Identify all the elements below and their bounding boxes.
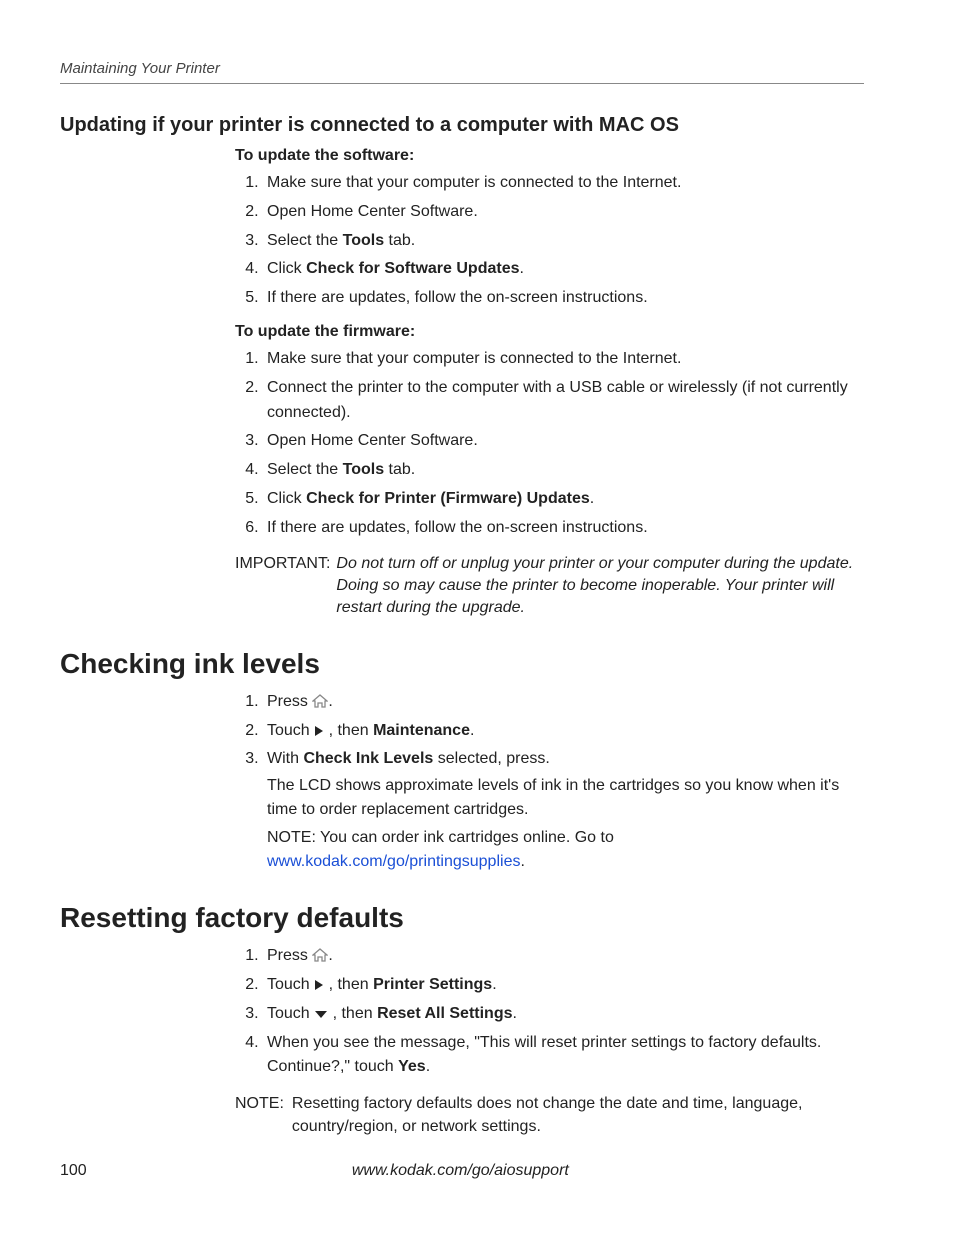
- text: With: [267, 750, 303, 767]
- list-checking-ink: Press . Touch , then Maintenance. With C…: [235, 690, 864, 874]
- text: .: [426, 1058, 430, 1075]
- list-item-body: The LCD shows approximate levels of ink …: [267, 774, 864, 822]
- heading-resetting-defaults: Resetting factory defaults: [60, 902, 864, 934]
- list-item: Select the Tools tab.: [263, 458, 864, 483]
- home-icon: [312, 694, 328, 708]
- text: , then: [324, 722, 373, 739]
- arrow-down-icon: [314, 1010, 328, 1020]
- list-item: Click Check for Printer (Firmware) Updat…: [263, 487, 864, 512]
- list-item: Select the Tools tab.: [263, 229, 864, 254]
- important-label: IMPORTANT:: [235, 553, 336, 620]
- document-page: Maintaining Your Printer Updating if you…: [0, 0, 954, 1235]
- text: Press: [267, 693, 312, 710]
- text: .: [520, 853, 524, 870]
- text-bold: Reset All Settings: [377, 1005, 512, 1022]
- text: To update the firmware: [235, 323, 410, 340]
- page-number: 100: [60, 1162, 87, 1180]
- text: Touch: [267, 976, 314, 993]
- text: .: [513, 1005, 517, 1022]
- important-note: IMPORTANT: Do not turn off or unplug you…: [235, 553, 864, 620]
- text: Press: [267, 947, 312, 964]
- text-bold: Tools: [343, 461, 384, 478]
- note-order-ink: NOTE: You can order ink cartridges onlin…: [267, 826, 864, 874]
- list-item: Press .: [263, 944, 864, 969]
- text: .: [470, 722, 474, 739]
- text-bold: Maintenance: [373, 722, 470, 739]
- home-icon: [312, 948, 328, 962]
- important-body: Do not turn off or unplug your printer o…: [336, 553, 864, 620]
- note-reset-defaults: NOTE: Resetting factory defaults does no…: [235, 1092, 864, 1138]
- list-update-firmware: Make sure that your computer is connecte…: [235, 347, 864, 541]
- list-item: When you see the message, "This will res…: [263, 1031, 864, 1081]
- text: .: [328, 947, 332, 964]
- block-update-software: To update the software: Make sure that y…: [235, 147, 864, 620]
- list-item: With Check Ink Levels selected, press. T…: [263, 747, 864, 874]
- text: .: [590, 490, 594, 507]
- text: , then: [324, 976, 373, 993]
- list-item: Open Home Center Software.: [263, 200, 864, 225]
- text: Select the: [267, 461, 343, 478]
- page-footer: 100 www.kodak.com/go/aiosupport: [60, 1162, 864, 1180]
- list-item: If there are updates, follow the on-scre…: [263, 286, 864, 311]
- text-bold: Tools: [343, 232, 384, 249]
- text: selected, press.: [433, 750, 550, 767]
- text: Touch: [267, 722, 314, 739]
- heading-updating-mac: Updating if your printer is connected to…: [60, 114, 864, 137]
- list-item: Touch , then Reset All Settings.: [263, 1002, 864, 1027]
- link-printing-supplies[interactable]: www.kodak.com/go/printingsupplies: [267, 853, 520, 870]
- text: To update the software: [235, 147, 409, 164]
- text: NOTE: You can order ink cartridges onlin…: [267, 829, 614, 846]
- text: tab.: [384, 232, 415, 249]
- text-bold: Check for Software Updates: [306, 260, 519, 277]
- text: When you see the message, "This will res…: [267, 1034, 821, 1076]
- text: .: [492, 976, 496, 993]
- text-bold: Check Ink Levels: [303, 750, 433, 767]
- list-item: Press .: [263, 690, 864, 715]
- note-label: NOTE:: [235, 1092, 292, 1138]
- note-body: Resetting factory defaults does not chan…: [292, 1092, 864, 1138]
- list-item: Touch , then Maintenance.: [263, 719, 864, 744]
- block-resetting-defaults: Press . Touch , then Printer Settings. T…: [235, 944, 864, 1138]
- text: .: [328, 693, 332, 710]
- list-item: Make sure that your computer is connecte…: [263, 347, 864, 372]
- list-item: Touch , then Printer Settings.: [263, 973, 864, 998]
- footer-url: www.kodak.com/go/aiosupport: [87, 1162, 834, 1180]
- list-resetting-defaults: Press . Touch , then Printer Settings. T…: [235, 944, 864, 1080]
- text: , then: [328, 1005, 377, 1022]
- text-bold: Yes: [398, 1058, 426, 1075]
- text: Click: [267, 490, 306, 507]
- lead-update-software: To update the software:: [235, 147, 864, 165]
- text: Select the: [267, 232, 343, 249]
- block-checking-ink: Press . Touch , then Maintenance. With C…: [235, 690, 864, 874]
- list-item: Make sure that your computer is connecte…: [263, 171, 864, 196]
- text-bold: Check for Printer (Firmware) Updates: [306, 490, 590, 507]
- arrow-right-icon: [314, 725, 324, 737]
- lead-update-firmware: To update the firmware:: [235, 323, 864, 341]
- arrow-right-icon: [314, 979, 324, 991]
- text: .: [520, 260, 524, 277]
- text: tab.: [384, 461, 415, 478]
- text-bold: Printer Settings: [373, 976, 492, 993]
- list-item: If there are updates, follow the on-scre…: [263, 516, 864, 541]
- list-item: Open Home Center Software.: [263, 429, 864, 454]
- list-update-software: Make sure that your computer is connecte…: [235, 171, 864, 311]
- heading-checking-ink: Checking ink levels: [60, 648, 864, 680]
- list-item: Connect the printer to the computer with…: [263, 376, 864, 426]
- text: Click: [267, 260, 306, 277]
- text: Touch: [267, 1005, 314, 1022]
- running-header: Maintaining Your Printer: [60, 60, 864, 84]
- list-item: Click Check for Software Updates.: [263, 257, 864, 282]
